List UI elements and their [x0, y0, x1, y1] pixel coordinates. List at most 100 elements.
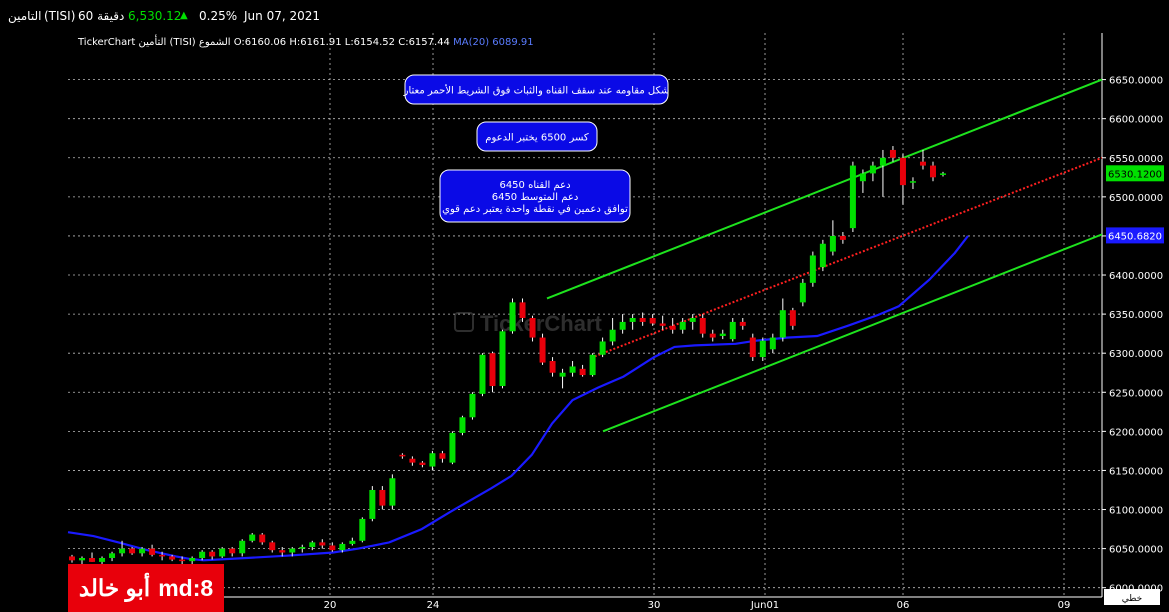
candle-body [379, 489, 386, 506]
candle-body [929, 165, 936, 178]
annotation-support-text: توافق دعمين في نقطة واحدة يعتبر دعم قوي [442, 204, 628, 215]
instrument-name: التامين [8, 9, 42, 23]
header-name: التأمين [135, 34, 166, 48]
signature-name: أبو خالد [78, 574, 151, 601]
candle-body [719, 333, 726, 336]
candle-body [359, 518, 366, 541]
candle-body [199, 551, 206, 558]
y-tick-label: 6600.0000 [1109, 115, 1163, 126]
candle-body [349, 540, 356, 544]
x-tick-label: 06 [897, 600, 910, 611]
candle-body [759, 340, 766, 358]
candle-body [559, 372, 566, 377]
annotation-resistance-text: شكل مقاومه عند سقف القناه والثبات فوق ال… [403, 84, 670, 97]
candle-body [239, 540, 246, 554]
annotation-support-text: دعم القناه 6450 [499, 180, 570, 191]
candle-body [89, 557, 96, 562]
y-tick-label: 6300.0000 [1109, 349, 1163, 360]
x-tick-label: 24 [427, 600, 440, 611]
header-ma-value: 6089.91 [489, 37, 534, 48]
candle-body [739, 321, 746, 326]
candle-body [69, 556, 75, 561]
candle-body [639, 318, 646, 322]
candle-body [159, 554, 166, 557]
candle-body [809, 255, 816, 283]
candle-body [319, 542, 326, 546]
candle-body [709, 333, 716, 338]
candle [469, 392, 476, 420]
y-tick-label: 6050.0000 [1109, 545, 1163, 556]
candle [539, 333, 546, 365]
header-ma-label: MA(20) [450, 37, 489, 48]
price-tag-label: 6530.1200 [1108, 169, 1162, 180]
candle-body [599, 341, 606, 355]
candle-body [789, 310, 796, 326]
candle [589, 353, 596, 377]
candle-body [279, 550, 286, 553]
x-tick-label: Jun01 [750, 600, 779, 611]
candle-body [449, 432, 456, 463]
candle-body [229, 548, 236, 554]
candle-body [139, 548, 146, 554]
candle-body [889, 149, 896, 158]
candle [369, 486, 376, 522]
scale-mode-label: خطي [1122, 594, 1142, 604]
candle-body [149, 548, 156, 555]
candle-body [549, 361, 556, 373]
candle [509, 298, 516, 334]
y-tick-label: 6550.0000 [1109, 154, 1163, 165]
y-tick-label: 6500.0000 [1109, 193, 1163, 204]
candle-body [629, 318, 636, 322]
candle [449, 431, 456, 465]
candle [819, 239, 826, 272]
x-tick-label: 30 [648, 600, 661, 611]
candle-body [539, 337, 546, 363]
price-chart[interactable]: 6000.00006050.00006100.00006150.00006200… [0, 0, 1169, 612]
candle [809, 251, 816, 287]
candle-body [99, 557, 106, 562]
candle-body [499, 331, 506, 387]
header-ohlc-label: الشموع [196, 37, 231, 48]
header-ohlc: O:6160.06 H:6161.91 L:6154.52 C:6157.44 [231, 37, 450, 48]
candle-body [169, 556, 176, 560]
annotation-break-text: كسر 6500 يختبر الدعوم [485, 133, 589, 144]
candle-body [589, 354, 596, 376]
candle-body [119, 548, 126, 554]
candle-body [429, 453, 436, 467]
candle-body [479, 354, 486, 394]
candle-body [779, 310, 786, 338]
candle [219, 547, 226, 558]
watermark-text: TickerChart [480, 311, 603, 336]
y-tick-label: 6150.0000 [1109, 466, 1163, 477]
candle-body [869, 165, 876, 174]
candle-body [769, 337, 776, 350]
author-signature: أبو خالد md:8 [68, 564, 224, 612]
candle-body [699, 318, 706, 334]
candle-body [289, 548, 296, 553]
annotation-resistance: شكل مقاومه عند سقف القناه والثبات فوق ال… [403, 74, 670, 105]
candle-body [799, 282, 806, 303]
interval-label[interactable]: 60 دقيقة [78, 9, 124, 23]
candle-body [209, 551, 216, 557]
candle-body [579, 368, 586, 376]
annotation-support: دعم القناه 6450دعم المتوسط 6450توافق دعم… [439, 169, 631, 223]
candle-body [419, 462, 426, 465]
candle-body [339, 543, 346, 551]
candle-body [459, 417, 466, 433]
candle-body [689, 318, 696, 322]
candle-body [649, 318, 656, 324]
candle-body [669, 325, 676, 330]
candle-body [129, 548, 136, 554]
change-percent: 0.25% [199, 9, 238, 23]
candle-body [219, 548, 226, 557]
annotation-break: كسر 6500 يختبر الدعوم [476, 121, 598, 152]
candle-body [249, 534, 256, 541]
candle-body [529, 318, 536, 338]
annotation-support-text: دعم المتوسط 6450 [492, 192, 579, 203]
candle-body [299, 547, 306, 549]
candle-body [399, 454, 406, 457]
y-tick-label: 6400.0000 [1109, 271, 1163, 282]
candle-body [829, 235, 836, 252]
header-brand: TickerChart [77, 37, 135, 48]
price-tag-label: 6450.6820 [1108, 231, 1162, 242]
